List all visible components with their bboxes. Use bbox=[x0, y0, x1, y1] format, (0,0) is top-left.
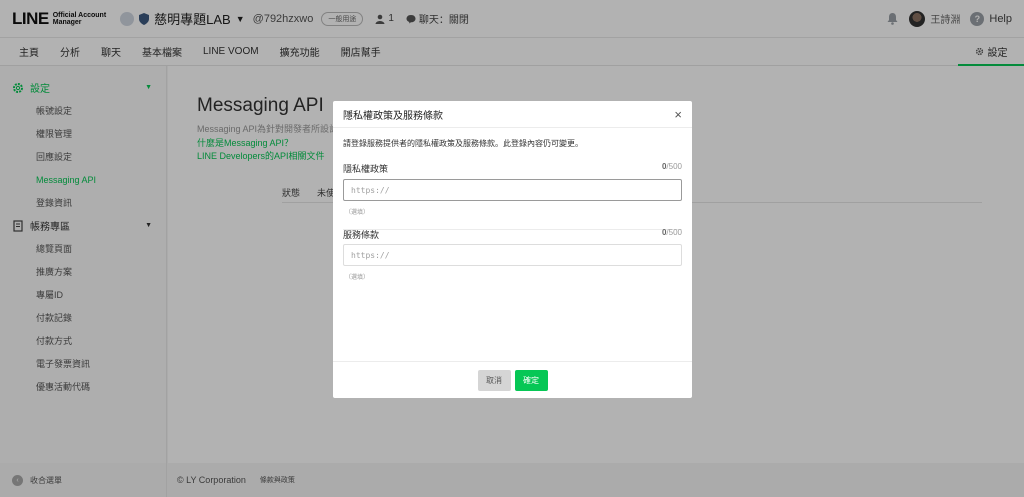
dialog-footer: 取消 確定 bbox=[333, 361, 692, 398]
field-divider bbox=[343, 229, 682, 230]
privacy-terms-dialog: 隱私權政策及服務條款 × 請登錄服務提供者的隱私權政策及服務條款。此登錄內容仍可… bbox=[333, 101, 692, 398]
privacy-policy-url-input[interactable] bbox=[343, 179, 682, 201]
terms-optional-hint: （選填） bbox=[345, 275, 370, 281]
confirm-button[interactable]: 確定 bbox=[514, 369, 548, 391]
dialog-header: 隱私權政策及服務條款 × bbox=[333, 101, 692, 128]
terms-char-count: 0/500 bbox=[661, 228, 682, 237]
terms-label: 服務條款 bbox=[343, 230, 380, 240]
dialog-title: 隱私權政策及服務條款 bbox=[343, 110, 443, 122]
close-icon[interactable]: × bbox=[674, 108, 682, 121]
terms-url-input[interactable] bbox=[343, 244, 682, 266]
dialog-description: 請登錄服務提供者的隱私權政策及服務條款。此登錄內容仍可變更。 bbox=[343, 139, 583, 148]
privacy-policy-label: 隱私權政策 bbox=[343, 164, 389, 174]
cancel-button[interactable]: 取消 bbox=[477, 369, 511, 391]
privacy-policy-optional-hint: （選填） bbox=[345, 210, 370, 216]
privacy-policy-char-count: 0/500 bbox=[661, 162, 682, 171]
